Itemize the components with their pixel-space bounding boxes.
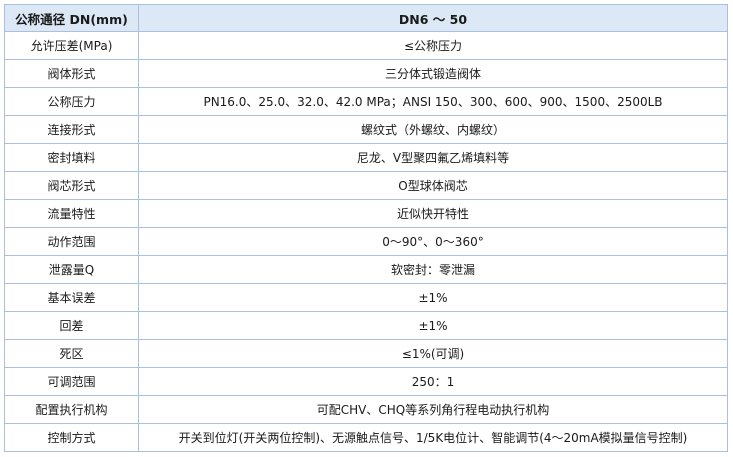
- table-header-row: 公称通径 DN(mm) DN6 ～ 50: [4, 4, 728, 32]
- row-value-cell: ≤公称压力: [138, 31, 728, 60]
- table-row: 死区 ≤1%(可调): [4, 339, 728, 368]
- row-value-cell: 尼龙、V型聚四氟乙烯填料等: [138, 143, 728, 172]
- table-row: 允许压差(MPa) ≤公称压力: [4, 31, 728, 60]
- table-row: 连接形式 螺纹式（外螺纹、内螺纹）: [4, 115, 728, 144]
- row-label-cell: 阀体形式: [4, 59, 139, 88]
- row-value-cell: 软密封：零泄漏: [138, 255, 728, 284]
- row-label-cell: 泄露量Q: [4, 255, 139, 284]
- table-row: 公称压力 PN16.0、25.0、32.0、42.0 MPa；ANSI 150、3…: [4, 87, 728, 116]
- table-row: 密封填料 尼龙、V型聚四氟乙烯填料等: [4, 143, 728, 172]
- table-row: 动作范围 0～90°、0～360°: [4, 227, 728, 256]
- table-row: 泄露量Q 软密封：零泄漏: [4, 255, 728, 284]
- row-value-cell: 0～90°、0～360°: [138, 227, 728, 256]
- spec-table-body: 公称通径 DN(mm) DN6 ～ 50 允许压差(MPa) ≤公称压力 阀体形式三…: [4, 4, 728, 452]
- table-row: 阀芯形式 O型球体阀芯: [4, 171, 728, 200]
- row-value-cell: ±1%: [138, 283, 728, 312]
- table-row: 阀体形式 三分体式锻造阀体: [4, 59, 728, 88]
- row-label-cell: 允许压差(MPa): [4, 31, 139, 60]
- row-label-cell: 控制方式: [4, 423, 139, 452]
- table-row: 控制方式 开关到位灯(开关两位控制)、无源触点信号、1/5K电位计、智能调节(4～…: [4, 423, 728, 452]
- row-label-cell: 动作范围: [4, 227, 139, 256]
- table-row: 配置执行机构 可配CHV、CHQ等系列角行程电动执行机构: [4, 395, 728, 424]
- row-label-cell: 可调范围: [4, 367, 139, 396]
- row-label-cell: 连接形式: [4, 115, 139, 144]
- row-label-cell: 回差: [4, 311, 139, 340]
- row-value-cell: ≤1%(可调): [138, 339, 728, 368]
- row-value-cell: 可配CHV、CHQ等系列角行程电动执行机构: [138, 395, 728, 424]
- header-label-cell: 公称通径 DN(mm): [4, 4, 139, 32]
- table-row: 回差 ±1%: [4, 311, 728, 340]
- table-row: 流量特性 近似快开特性: [4, 199, 728, 228]
- table-row: 可调范围 250：1: [4, 367, 728, 396]
- row-value-cell: 开关到位灯(开关两位控制)、无源触点信号、1/5K电位计、智能调节(4～20mA…: [138, 423, 728, 452]
- row-label-cell: 配置执行机构: [4, 395, 139, 424]
- row-label-cell: 阀芯形式: [4, 171, 139, 200]
- row-value-cell: PN16.0、25.0、32.0、42.0 MPa；ANSI 150、300、6…: [138, 87, 728, 116]
- header-value-cell: DN6 ～ 50: [138, 4, 728, 32]
- row-value-cell: 螺纹式（外螺纹、内螺纹）: [138, 115, 728, 144]
- row-value-cell: O型球体阀芯: [138, 171, 728, 200]
- row-label-cell: 流量特性: [4, 199, 139, 228]
- row-value-cell: ±1%: [138, 311, 728, 340]
- row-value-cell: 近似快开特性: [138, 199, 728, 228]
- row-value-cell: 250：1: [138, 367, 728, 396]
- row-label-cell: 基本误差: [4, 283, 139, 312]
- table-row: 基本误差 ±1%: [4, 283, 728, 312]
- spec-table: 公称通径 DN(mm) DN6 ～ 50 允许压差(MPa) ≤公称压力 阀体形式三…: [4, 4, 728, 452]
- row-label-cell: 死区: [4, 339, 139, 368]
- row-value-cell: 三分体式锻造阀体: [138, 59, 728, 88]
- row-label-cell: 公称压力: [4, 87, 139, 116]
- row-label-cell: 密封填料: [4, 143, 139, 172]
